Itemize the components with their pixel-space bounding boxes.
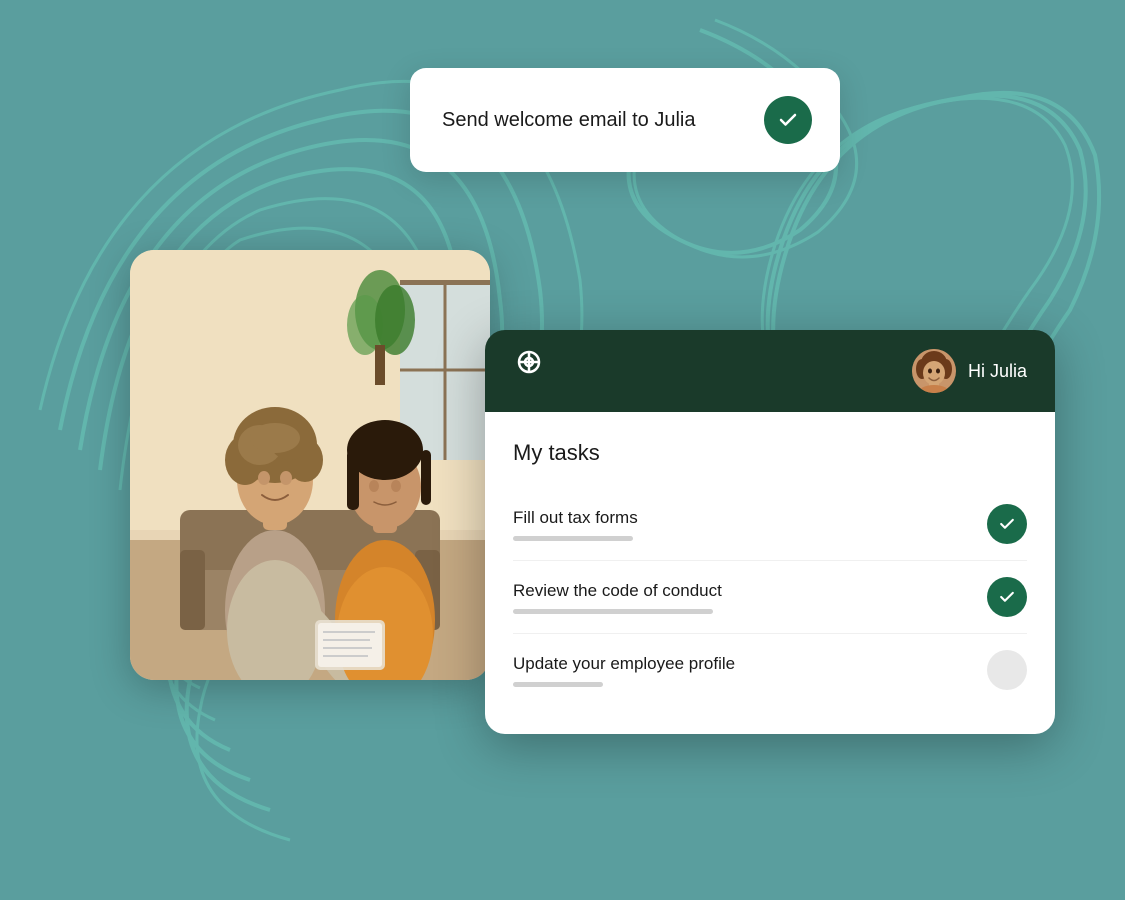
app-content: My tasks Fill out tax forms Review the c… — [485, 412, 1055, 734]
app-panel: Hi Julia My tasks Fill out tax forms Rev… — [485, 330, 1055, 734]
task-title-welcome: Send welcome email to Julia — [442, 109, 695, 132]
task-card-welcome-email: Send welcome email to Julia — [410, 68, 840, 172]
task-row-employee-profile[interactable]: Update your employee profile — [513, 634, 1027, 706]
photo-scene — [130, 250, 490, 680]
photo-card — [130, 250, 490, 680]
task-info-employee-profile: Update your employee profile — [513, 654, 975, 687]
task-info-code-conduct: Review the code of conduct — [513, 581, 975, 614]
task-name-employee-profile: Update your employee profile — [513, 654, 975, 674]
task-check-employee-profile[interactable] — [987, 650, 1027, 690]
task-progress-code-conduct — [513, 609, 713, 614]
header-right: Hi Julia — [912, 349, 1027, 393]
task-row-code-conduct[interactable]: Review the code of conduct — [513, 561, 1027, 634]
task-check-code-conduct[interactable] — [987, 577, 1027, 617]
task-row-tax-forms[interactable]: Fill out tax forms — [513, 488, 1027, 561]
task-complete-check-welcome[interactable] — [764, 96, 812, 144]
task-info-tax-forms: Fill out tax forms — [513, 508, 975, 541]
greeting-text: Hi Julia — [968, 361, 1027, 382]
task-check-tax-forms[interactable] — [987, 504, 1027, 544]
task-name-code-conduct: Review the code of conduct — [513, 581, 975, 601]
app-header: Hi Julia — [485, 330, 1055, 412]
task-progress-tax-forms — [513, 536, 633, 541]
my-tasks-title: My tasks — [513, 440, 1027, 466]
task-name-tax-forms: Fill out tax forms — [513, 508, 975, 528]
app-logo — [513, 348, 545, 394]
avatar — [912, 349, 956, 393]
task-progress-employee-profile — [513, 682, 603, 687]
